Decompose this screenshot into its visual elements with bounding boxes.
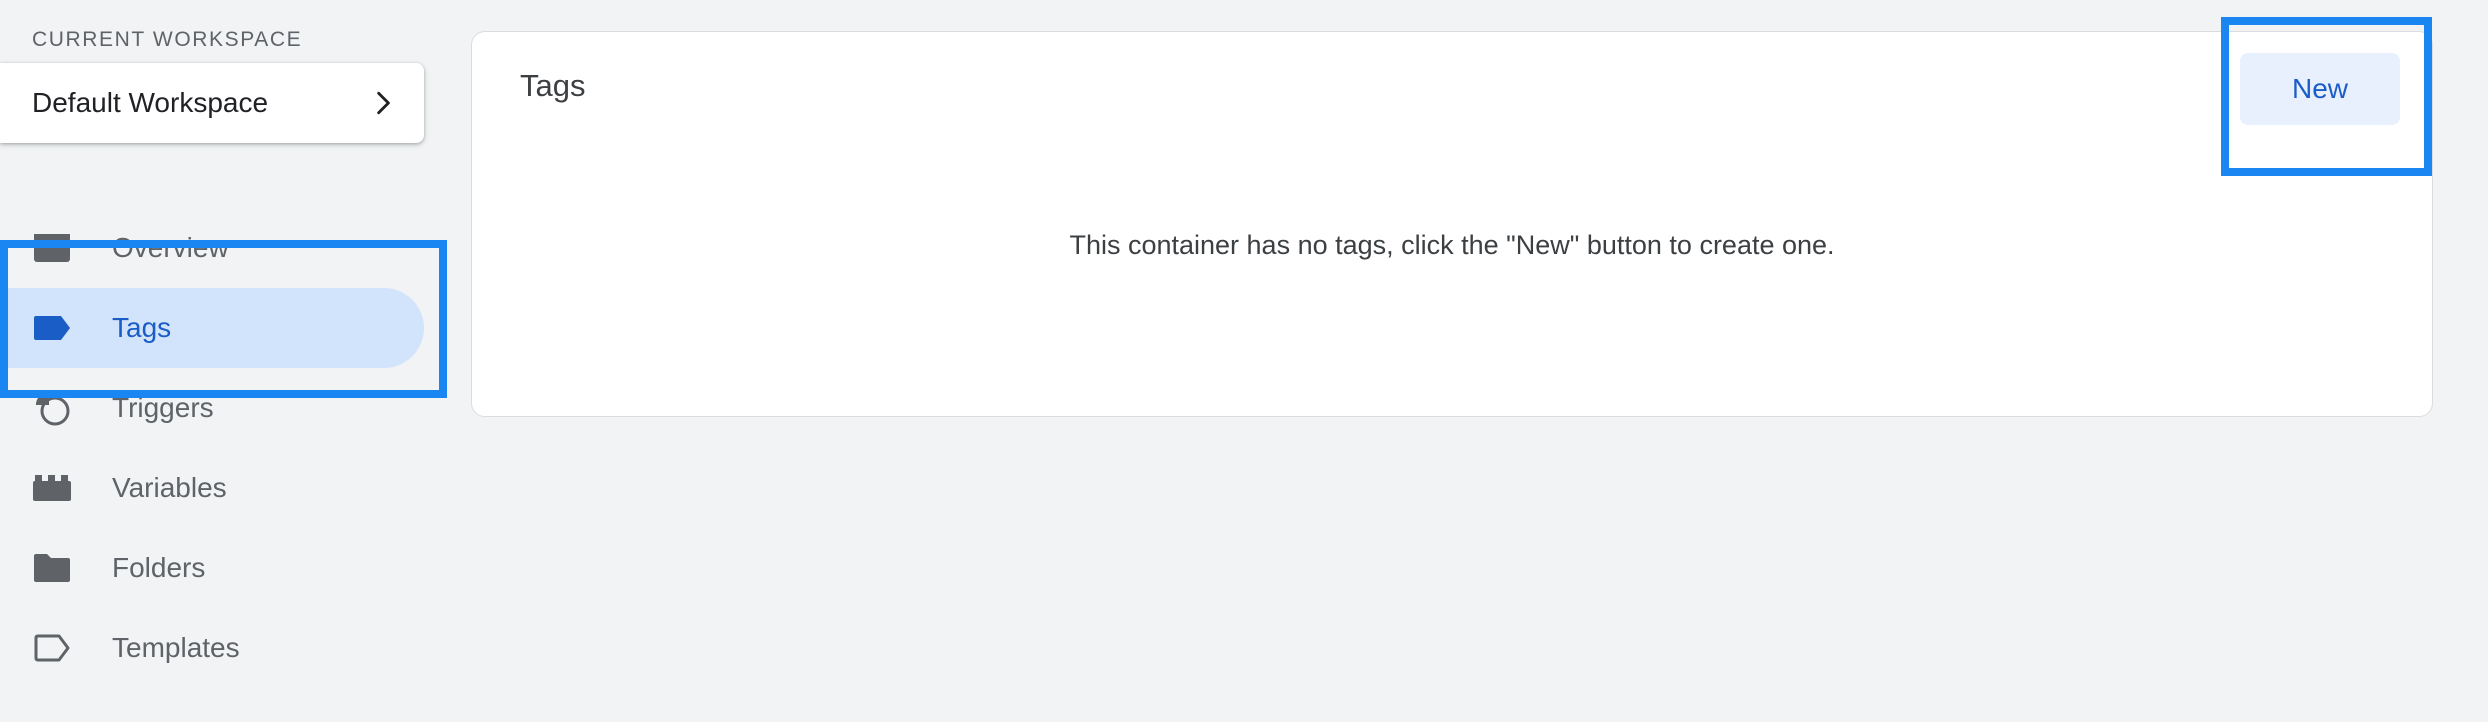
sidebar-item-label: Triggers xyxy=(112,392,214,423)
sidebar-item-templates[interactable]: Templates xyxy=(0,608,424,688)
chevron-right-icon xyxy=(370,90,396,116)
panel-title: Tags xyxy=(520,68,586,103)
tag-icon xyxy=(32,308,72,348)
sidebar-item-label: Templates xyxy=(112,632,240,663)
current-workspace-label: CURRENT WORKSPACE xyxy=(32,28,303,51)
template-icon xyxy=(32,628,72,668)
workspace-name: Default Workspace xyxy=(32,87,269,118)
sidebar-item-label: Overview xyxy=(112,232,229,263)
sidebar-item-label: Folders xyxy=(112,552,206,583)
sidebar-item-label: Tags xyxy=(112,312,172,343)
empty-state-message: This container has no tags, click the "N… xyxy=(1069,230,1835,260)
gtm-workspace-page: CURRENT WORKSPACE Default Workspace Over… xyxy=(0,0,2488,722)
sidebar-item-label: Variables xyxy=(112,472,227,503)
sidebar-item-overview[interactable]: Overview xyxy=(0,208,424,288)
variables-icon xyxy=(32,468,72,508)
folder-icon xyxy=(32,548,72,588)
sidebar-item-tags[interactable]: Tags xyxy=(0,288,424,368)
workspace-selector[interactable]: Default Workspace xyxy=(0,63,424,143)
new-tag-button[interactable]: New xyxy=(2240,53,2400,125)
sidebar-item-variables[interactable]: Variables xyxy=(0,448,424,528)
tags-panel: Tags New This container has no tags, cli… xyxy=(471,31,2433,417)
trigger-icon xyxy=(32,388,72,428)
overview-icon xyxy=(32,228,72,268)
sidebar-item-triggers[interactable]: Triggers xyxy=(0,368,424,448)
sidebar-item-folders[interactable]: Folders xyxy=(0,528,424,608)
